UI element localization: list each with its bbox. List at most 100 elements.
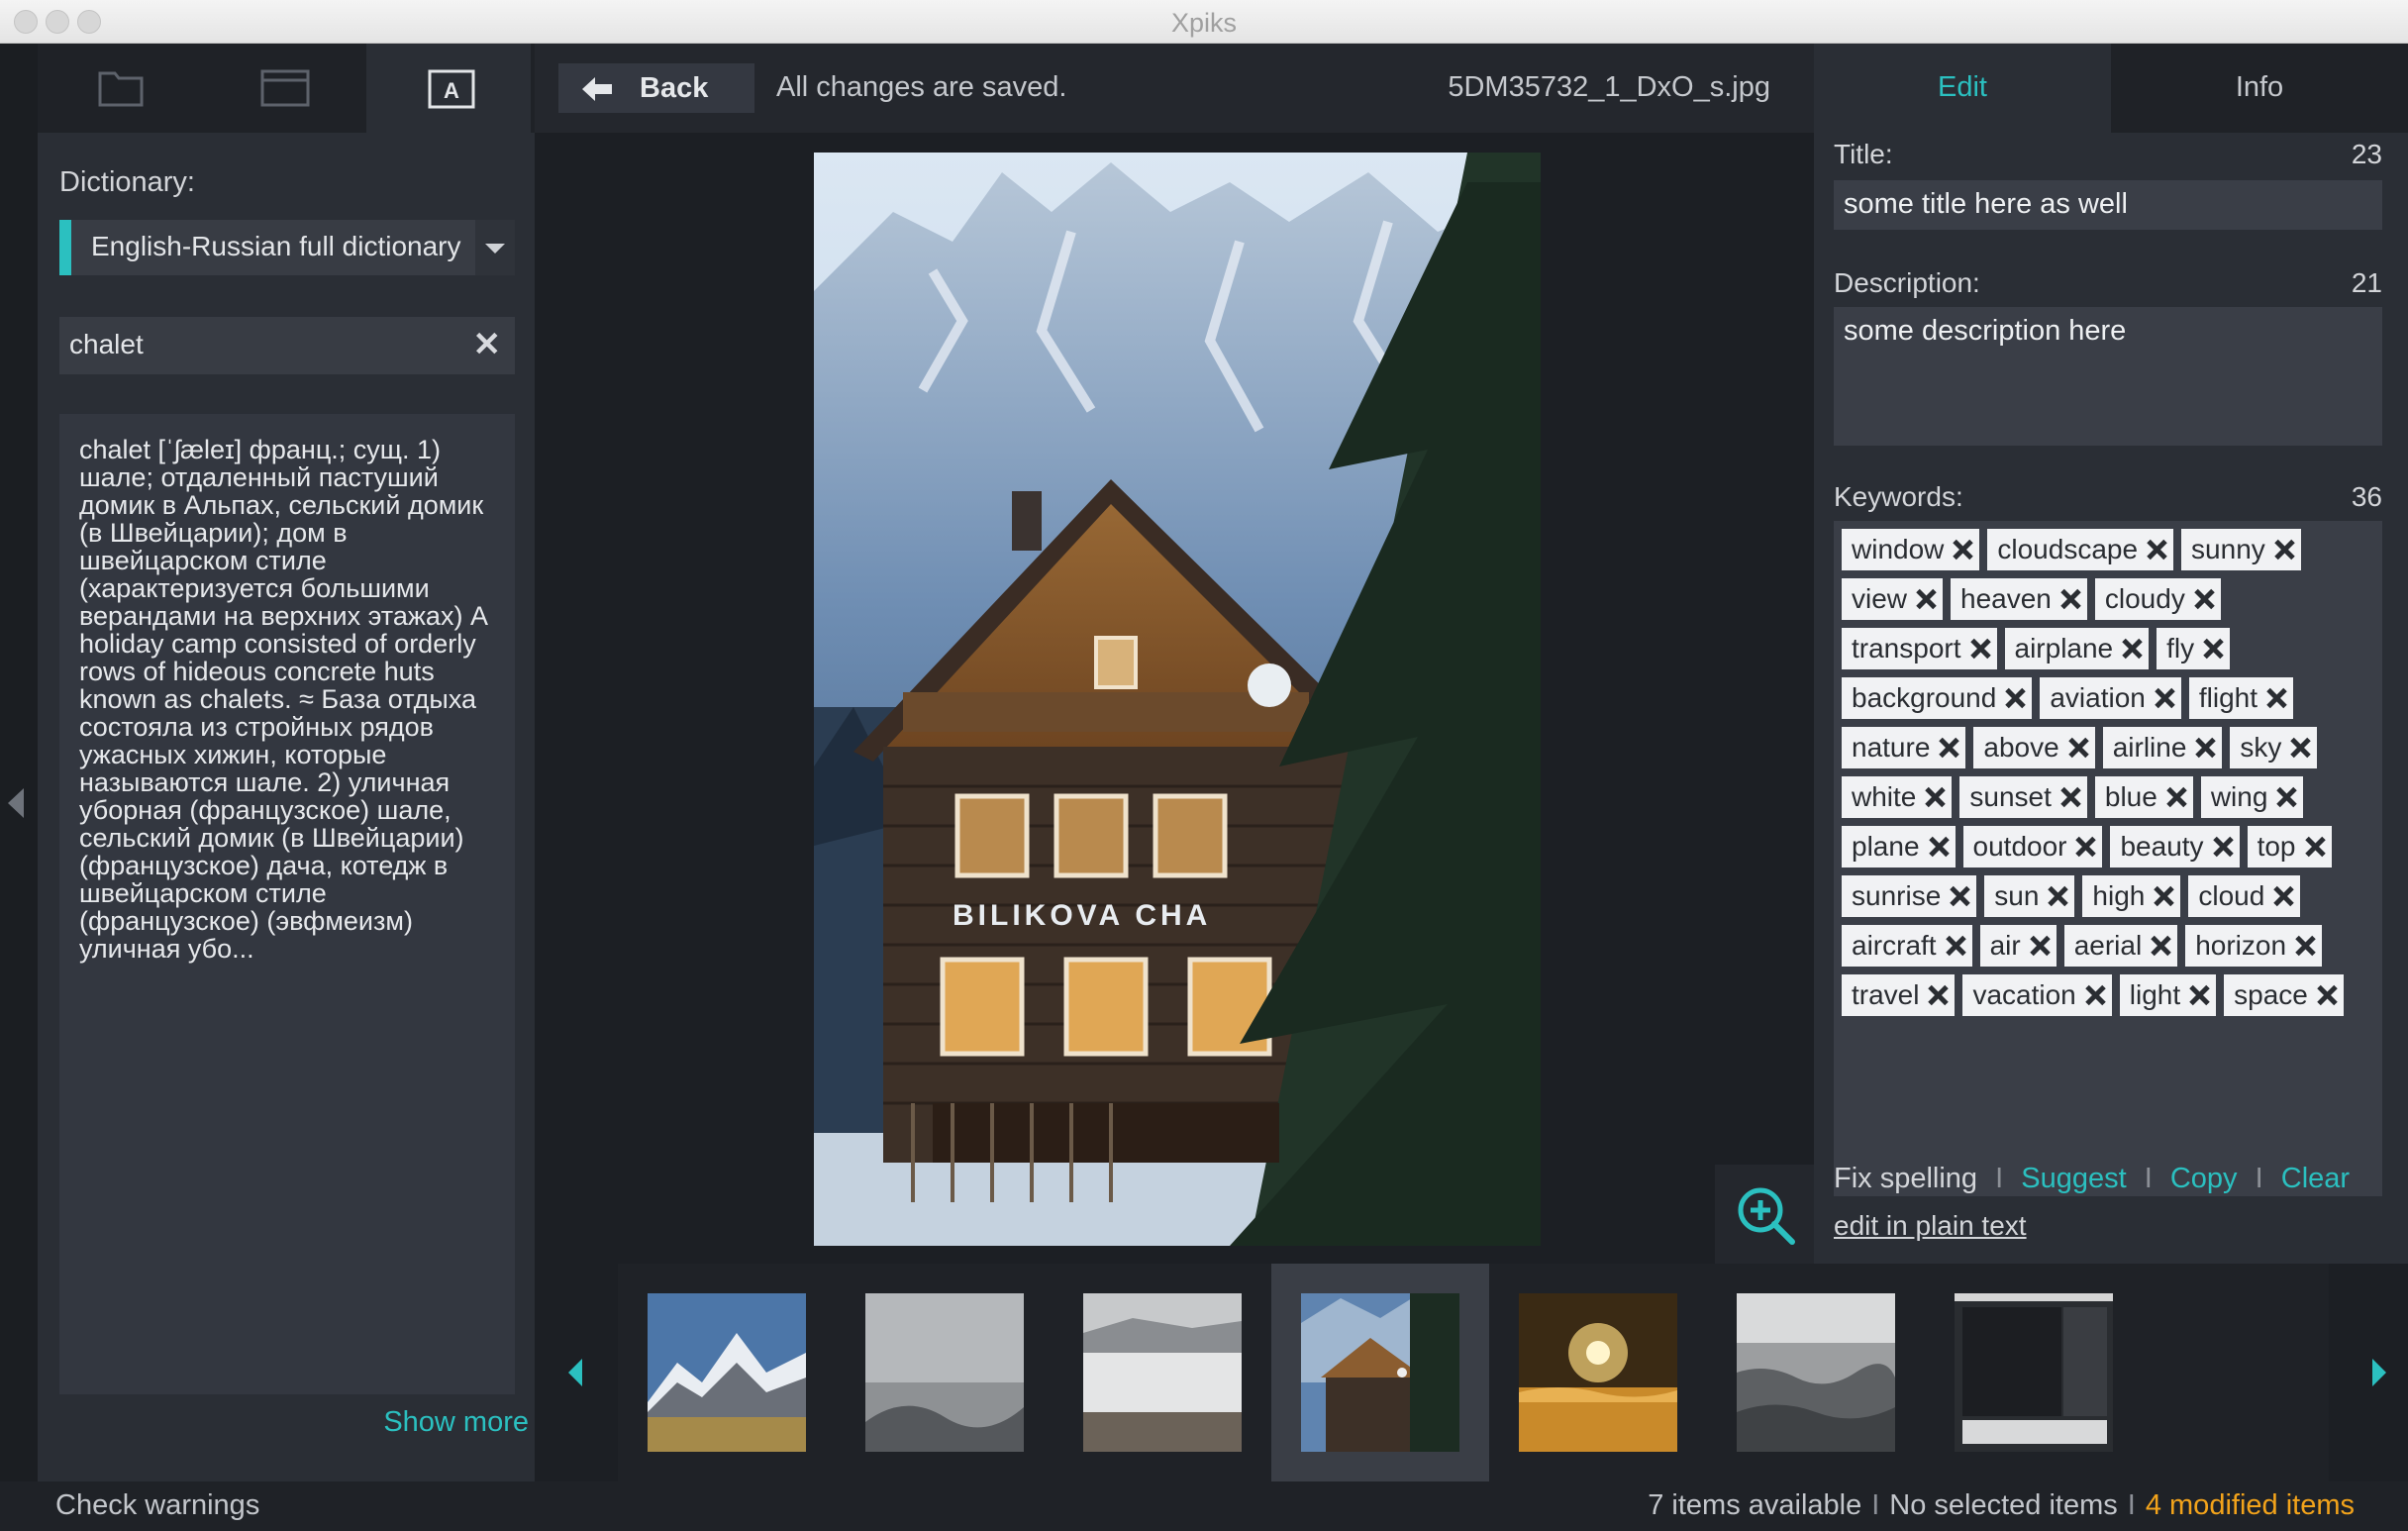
suggest-link[interactable]: Suggest — [2021, 1163, 2126, 1194]
keyword-chip[interactable]: wing — [2200, 776, 2304, 818]
keyword-chip[interactable]: nature — [1842, 727, 1966, 768]
left-collapse-strip[interactable] — [0, 44, 38, 1481]
keyword-chip[interactable]: aerial — [2063, 925, 2178, 967]
filmstrip-thumbnail[interactable] — [618, 1264, 836, 1481]
filmstrip-thumbnail[interactable] — [1489, 1264, 1707, 1481]
clear-search-icon[interactable]: ✕ — [473, 325, 502, 364]
back-button[interactable]: Back — [558, 63, 754, 113]
remove-keyword-icon[interactable] — [2121, 638, 2143, 660]
remove-keyword-icon[interactable] — [2029, 935, 2051, 957]
keyword-chip[interactable]: aviation — [2040, 677, 2181, 719]
remove-keyword-icon[interactable] — [2289, 737, 2311, 759]
check-warnings-link[interactable]: Check warnings — [55, 1489, 259, 1522]
remove-keyword-icon[interactable] — [2265, 687, 2287, 709]
keyword-chip[interactable]: beauty — [2110, 826, 2240, 868]
remove-keyword-icon[interactable] — [2316, 984, 2338, 1006]
keyword-chip[interactable]: window — [1842, 529, 1980, 570]
remove-keyword-icon[interactable] — [2275, 786, 2297, 808]
remove-keyword-icon[interactable] — [2272, 885, 2294, 907]
description-field[interactable]: some description here — [1834, 307, 2382, 446]
keyword-chip[interactable]: airplane — [2004, 628, 2150, 669]
dictionary-search-input[interactable]: chalet ✕ — [59, 317, 515, 374]
remove-keyword-icon[interactable] — [2150, 935, 2171, 957]
remove-keyword-icon[interactable] — [1924, 786, 1946, 808]
keyword-chip[interactable]: sunset — [1959, 776, 2087, 818]
copy-link[interactable]: Copy — [2170, 1163, 2238, 1194]
remove-keyword-icon[interactable] — [1938, 737, 1959, 759]
dictionary-select[interactable]: English-Russian full dictionary — [59, 220, 515, 275]
zoom-button[interactable] — [1715, 1165, 1814, 1264]
filmstrip-thumbnail[interactable] — [1707, 1264, 1925, 1481]
keyword-chip[interactable]: top — [2247, 826, 2332, 868]
remove-keyword-icon[interactable] — [2047, 885, 2068, 907]
remove-keyword-icon[interactable] — [2084, 984, 2106, 1006]
keyword-chip[interactable]: space — [2224, 974, 2344, 1016]
keyword-chip[interactable]: heaven — [1951, 578, 2087, 620]
edit-plain-text-link[interactable]: edit in plain text — [1834, 1210, 2027, 1242]
remove-keyword-icon[interactable] — [2004, 687, 2026, 709]
keyword-chip[interactable]: cloudscape — [1987, 529, 2174, 570]
keyword-chip[interactable]: vacation — [1962, 974, 2112, 1016]
keyword-chip[interactable]: transport — [1842, 628, 1997, 669]
keyword-chip[interactable]: white — [1842, 776, 1953, 818]
remove-keyword-icon[interactable] — [2059, 786, 2081, 808]
remove-keyword-icon[interactable] — [2146, 539, 2167, 561]
remove-keyword-icon[interactable] — [1945, 935, 1966, 957]
remove-keyword-icon[interactable] — [1928, 836, 1950, 858]
keyword-chip[interactable]: air — [1979, 925, 2057, 967]
keyword-chip[interactable]: high — [2082, 875, 2181, 917]
tab-files[interactable] — [202, 44, 366, 133]
remove-keyword-icon[interactable] — [1949, 885, 1970, 907]
keyword-chip[interactable]: cloud — [2188, 875, 2301, 917]
remove-keyword-icon[interactable] — [1927, 984, 1949, 1006]
remove-keyword-icon[interactable] — [2188, 984, 2210, 1006]
keyword-chip[interactable]: blue — [2094, 776, 2193, 818]
remove-keyword-icon[interactable] — [2294, 935, 2316, 957]
remove-keyword-icon[interactable] — [1915, 588, 1937, 610]
keyword-chip[interactable]: above — [1973, 727, 2095, 768]
clear-link[interactable]: Clear — [2281, 1163, 2350, 1194]
tab-dictionary[interactable]: A — [366, 44, 531, 133]
remove-keyword-icon[interactable] — [2059, 588, 2081, 610]
keyword-chip[interactable]: horizon — [2185, 925, 2323, 967]
tab-info[interactable]: Info — [2111, 44, 2408, 133]
keyword-chip[interactable]: airline — [2102, 727, 2223, 768]
remove-keyword-icon[interactable] — [2194, 737, 2216, 759]
show-more-link[interactable]: Show more — [383, 1406, 529, 1439]
remove-keyword-icon[interactable] — [2202, 638, 2224, 660]
keyword-chip[interactable]: light — [2119, 974, 2217, 1016]
remove-keyword-icon[interactable] — [1952, 539, 1973, 561]
keyword-chip[interactable]: fly — [2157, 628, 2231, 669]
keyword-chip[interactable]: background — [1842, 677, 2033, 719]
filmstrip-thumbnail-selected[interactable] — [1271, 1264, 1489, 1481]
keyword-chip[interactable]: view — [1842, 578, 1944, 620]
filmstrip-thumbnail[interactable] — [836, 1264, 1054, 1481]
keyword-chip[interactable]: travel — [1842, 974, 1956, 1016]
keyword-chip[interactable]: sunny — [2181, 529, 2301, 570]
remove-keyword-icon[interactable] — [2212, 836, 2234, 858]
remove-keyword-icon[interactable] — [2273, 539, 2295, 561]
remove-keyword-icon[interactable] — [2074, 836, 2096, 858]
keyword-chip[interactable]: flight — [2188, 677, 2294, 719]
remove-keyword-icon[interactable] — [2304, 836, 2326, 858]
remove-keyword-icon[interactable] — [1969, 638, 1991, 660]
keyword-chip[interactable]: cloudy — [2094, 578, 2221, 620]
remove-keyword-icon[interactable] — [2165, 786, 2187, 808]
keyword-chip[interactable]: aircraft — [1842, 925, 1972, 967]
keyword-chip[interactable]: outdoor — [1962, 826, 2103, 868]
modified-items-link[interactable]: 4 modified items — [2146, 1489, 2355, 1521]
keywords-editor[interactable]: window cloudscape sunny view heaven cloudy tra… — [1834, 521, 2382, 1196]
keyword-chip[interactable]: sunrise — [1842, 875, 1977, 917]
keyword-chip[interactable]: plane — [1842, 826, 1956, 868]
remove-keyword-icon[interactable] — [2193, 588, 2215, 610]
filmstrip-thumbnail[interactable] — [1925, 1264, 2143, 1481]
title-field[interactable]: some title here as well — [1834, 180, 2382, 230]
keyword-chip[interactable]: sun — [1984, 875, 2075, 917]
remove-keyword-icon[interactable] — [2154, 687, 2175, 709]
dictionary-dropdown-button[interactable] — [475, 220, 515, 275]
remove-keyword-icon[interactable] — [2153, 885, 2174, 907]
keyword-chip[interactable]: sky — [2230, 727, 2318, 768]
collapse-arrow-icon[interactable] — [8, 788, 24, 818]
tab-folders[interactable] — [38, 44, 202, 133]
fix-spelling-link[interactable]: Fix spelling — [1834, 1163, 1977, 1194]
